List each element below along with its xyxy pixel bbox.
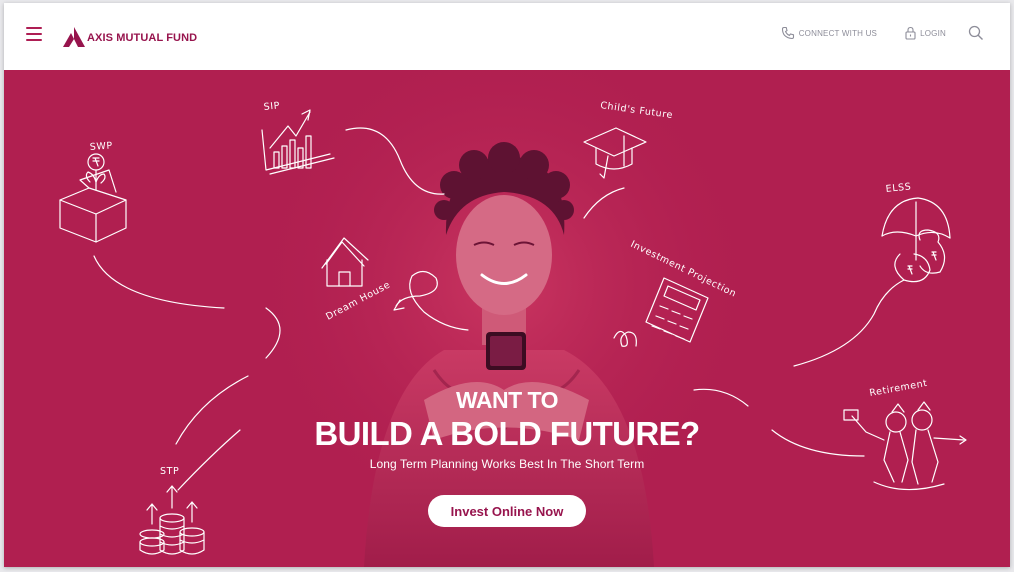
- hero-headline-large: BUILD A BOLD FUTURE?: [314, 415, 700, 452]
- stp-coins-icon: [139, 485, 205, 555]
- doodle-label-elss: ELSS: [885, 181, 912, 195]
- hamburger-menu-icon[interactable]: [26, 27, 42, 41]
- elss-umbrella-icon: [881, 197, 951, 283]
- swp-box-icon: [59, 153, 127, 243]
- axis-logo-icon: [63, 27, 85, 47]
- browser-window: AXIS MUTUAL FUND CONNECT WITH US LOGIN S…: [4, 3, 1010, 567]
- hero-headline-small: WANT TO: [455, 387, 559, 413]
- invest-online-now-button[interactable]: Invest Online Now: [428, 495, 586, 527]
- phone-icon: [781, 26, 794, 40]
- connect-with-us-link[interactable]: CONNECT WITH US: [781, 26, 877, 40]
- doodle-label-sip: SIP: [263, 100, 280, 113]
- header-actions: CONNECT WITH US LOGIN: [781, 25, 984, 41]
- brand-name: AXIS MUTUAL FUND: [87, 32, 198, 44]
- hero-subheadline: Long Term Planning Works Best In The Sho…: [369, 457, 645, 471]
- login-label: LOGIN: [920, 28, 946, 38]
- brand-logo[interactable]: AXIS MUTUAL FUND: [62, 26, 197, 48]
- login-link[interactable]: LOGIN: [905, 26, 946, 40]
- doodle-label-swp: SWP: [89, 140, 113, 153]
- lock-icon: [905, 26, 916, 40]
- connect-with-us-label: CONNECT WITH US: [798, 28, 878, 38]
- hero-illustration: SWP SIP Child's Future ELSS Dream House …: [59, 70, 967, 567]
- site-header: AXIS MUTUAL FUND CONNECT WITH US LOGIN: [4, 3, 1010, 70]
- hero-banner: SWP SIP Child's Future ELSS Dream House …: [4, 70, 1010, 567]
- hero-copy: WANT TO BUILD A BOLD FUTURE? Long Term P…: [4, 386, 1010, 471]
- search-icon[interactable]: [968, 25, 984, 41]
